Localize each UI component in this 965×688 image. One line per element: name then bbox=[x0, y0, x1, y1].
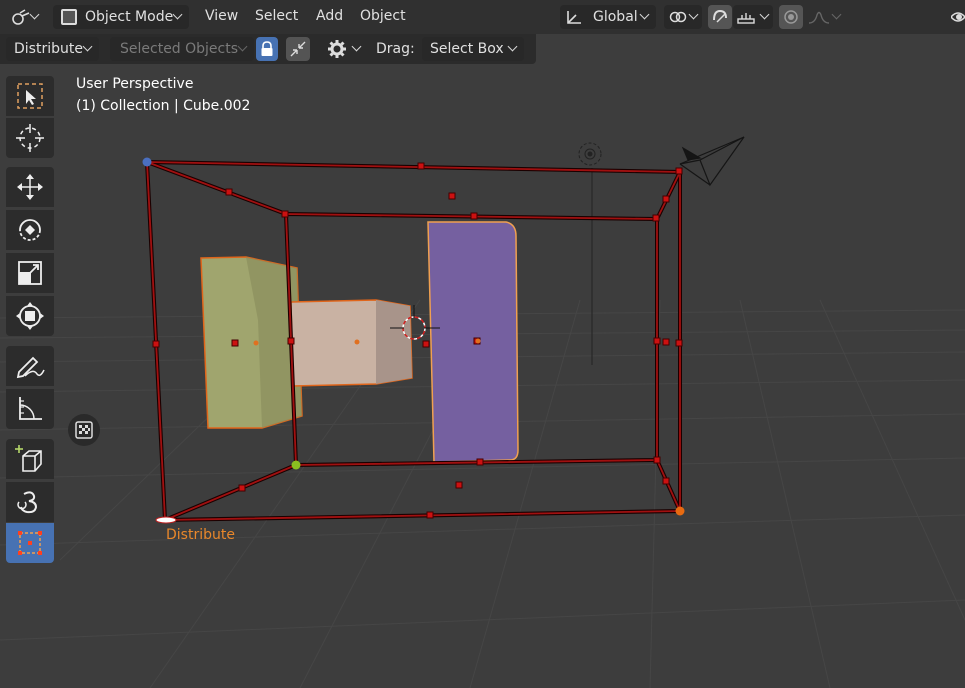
viewport-header: Object Mode View Select Add Object Globa… bbox=[0, 0, 965, 34]
editor-type-button[interactable] bbox=[6, 5, 44, 29]
snap-target-dropdown[interactable] bbox=[733, 5, 773, 29]
lock-icon bbox=[261, 41, 273, 56]
mode-dropdown[interactable]: Object Mode bbox=[53, 5, 189, 29]
distribute-icon bbox=[18, 531, 42, 555]
orientation-label: Global bbox=[593, 9, 638, 25]
target-dropdown[interactable]: Selected Objects bbox=[110, 37, 254, 61]
operator-label: Distribute bbox=[166, 527, 235, 543]
transform-orientation-dropdown[interactable]: Global bbox=[560, 5, 656, 29]
pivot-icon bbox=[669, 11, 687, 23]
rotate-icon bbox=[19, 219, 41, 241]
move-icon bbox=[17, 174, 43, 200]
toggle-tool-button[interactable] bbox=[68, 414, 100, 446]
corner-handle-orange[interactable] bbox=[675, 506, 685, 516]
pivot-dropdown[interactable] bbox=[664, 5, 702, 29]
tool-spin[interactable] bbox=[6, 482, 54, 522]
transform-icon bbox=[16, 302, 44, 330]
select-box-icon bbox=[17, 83, 43, 109]
snap-icon bbox=[713, 9, 727, 23]
checker-icon bbox=[75, 421, 93, 439]
proportional-edit-toggle[interactable] bbox=[779, 5, 803, 29]
light-icon bbox=[578, 142, 602, 166]
tool-settings-bar: Distribute Selected Objects Drag: Select… bbox=[0, 34, 536, 64]
tool-distribute[interactable] bbox=[6, 523, 54, 563]
lock-toggle[interactable] bbox=[256, 37, 278, 61]
menu-object[interactable]: Object bbox=[360, 8, 406, 24]
falloff-dropdown[interactable] bbox=[804, 5, 844, 29]
corner-handle-white[interactable] bbox=[155, 516, 177, 524]
tool-move[interactable] bbox=[6, 167, 54, 207]
tool-scale[interactable] bbox=[6, 253, 54, 293]
collapse-arrows-icon bbox=[290, 41, 306, 57]
align-toggle[interactable] bbox=[286, 37, 310, 61]
origin-point bbox=[253, 340, 259, 346]
snap-increment-icon bbox=[737, 13, 755, 24]
corner-handle-blue[interactable] bbox=[142, 157, 152, 167]
tool-rotate[interactable] bbox=[6, 210, 54, 250]
tool-options-dropdown[interactable] bbox=[324, 37, 364, 61]
pencil-icon bbox=[16, 356, 45, 379]
menu-select[interactable]: Select bbox=[255, 8, 298, 24]
tool-cursor[interactable] bbox=[6, 118, 54, 158]
corner-handle-green[interactable] bbox=[291, 460, 301, 470]
target-label: Selected Objects bbox=[120, 41, 239, 57]
scale-icon bbox=[18, 261, 42, 285]
add-cube-icon bbox=[15, 445, 42, 472]
tool-measure[interactable] bbox=[6, 389, 54, 429]
falloff-curve-icon bbox=[808, 11, 830, 24]
spin-icon bbox=[17, 491, 38, 514]
drag-label: Drag: bbox=[376, 41, 415, 57]
proportional-edit-icon bbox=[784, 10, 798, 24]
operation-label: Distribute bbox=[14, 41, 83, 57]
mode-label: Object Mode bbox=[85, 9, 174, 25]
menu-view[interactable]: View bbox=[205, 8, 238, 24]
operation-dropdown[interactable]: Distribute bbox=[6, 37, 99, 61]
cursor-icon bbox=[16, 124, 44, 152]
tool-add-cube[interactable] bbox=[6, 439, 54, 479]
menu-add[interactable]: Add bbox=[316, 8, 343, 24]
object-mode-icon bbox=[61, 9, 77, 25]
origin-point bbox=[354, 339, 360, 345]
snap-toggle[interactable] bbox=[708, 5, 732, 29]
tan-cube-side bbox=[376, 300, 412, 384]
tool-annotate[interactable] bbox=[6, 346, 54, 386]
toolbar bbox=[0, 64, 60, 688]
view-name: User Perspective bbox=[76, 76, 194, 92]
camera-icon bbox=[679, 136, 745, 187]
gear-icon bbox=[328, 40, 346, 58]
orientation-icon bbox=[567, 11, 581, 24]
visibility-icon[interactable] bbox=[951, 7, 965, 27]
object-info: (1) Collection | Cube.002 bbox=[76, 98, 251, 114]
tool-select-box[interactable] bbox=[6, 76, 54, 116]
ruler-icon bbox=[19, 397, 42, 420]
editor-type-icon bbox=[12, 9, 30, 25]
purple-cube[interactable] bbox=[427, 221, 519, 463]
origin-point bbox=[475, 338, 481, 344]
tool-transform[interactable] bbox=[6, 296, 54, 336]
drag-dropdown[interactable]: Select Box bbox=[422, 37, 524, 61]
drag-value: Select Box bbox=[430, 41, 504, 57]
